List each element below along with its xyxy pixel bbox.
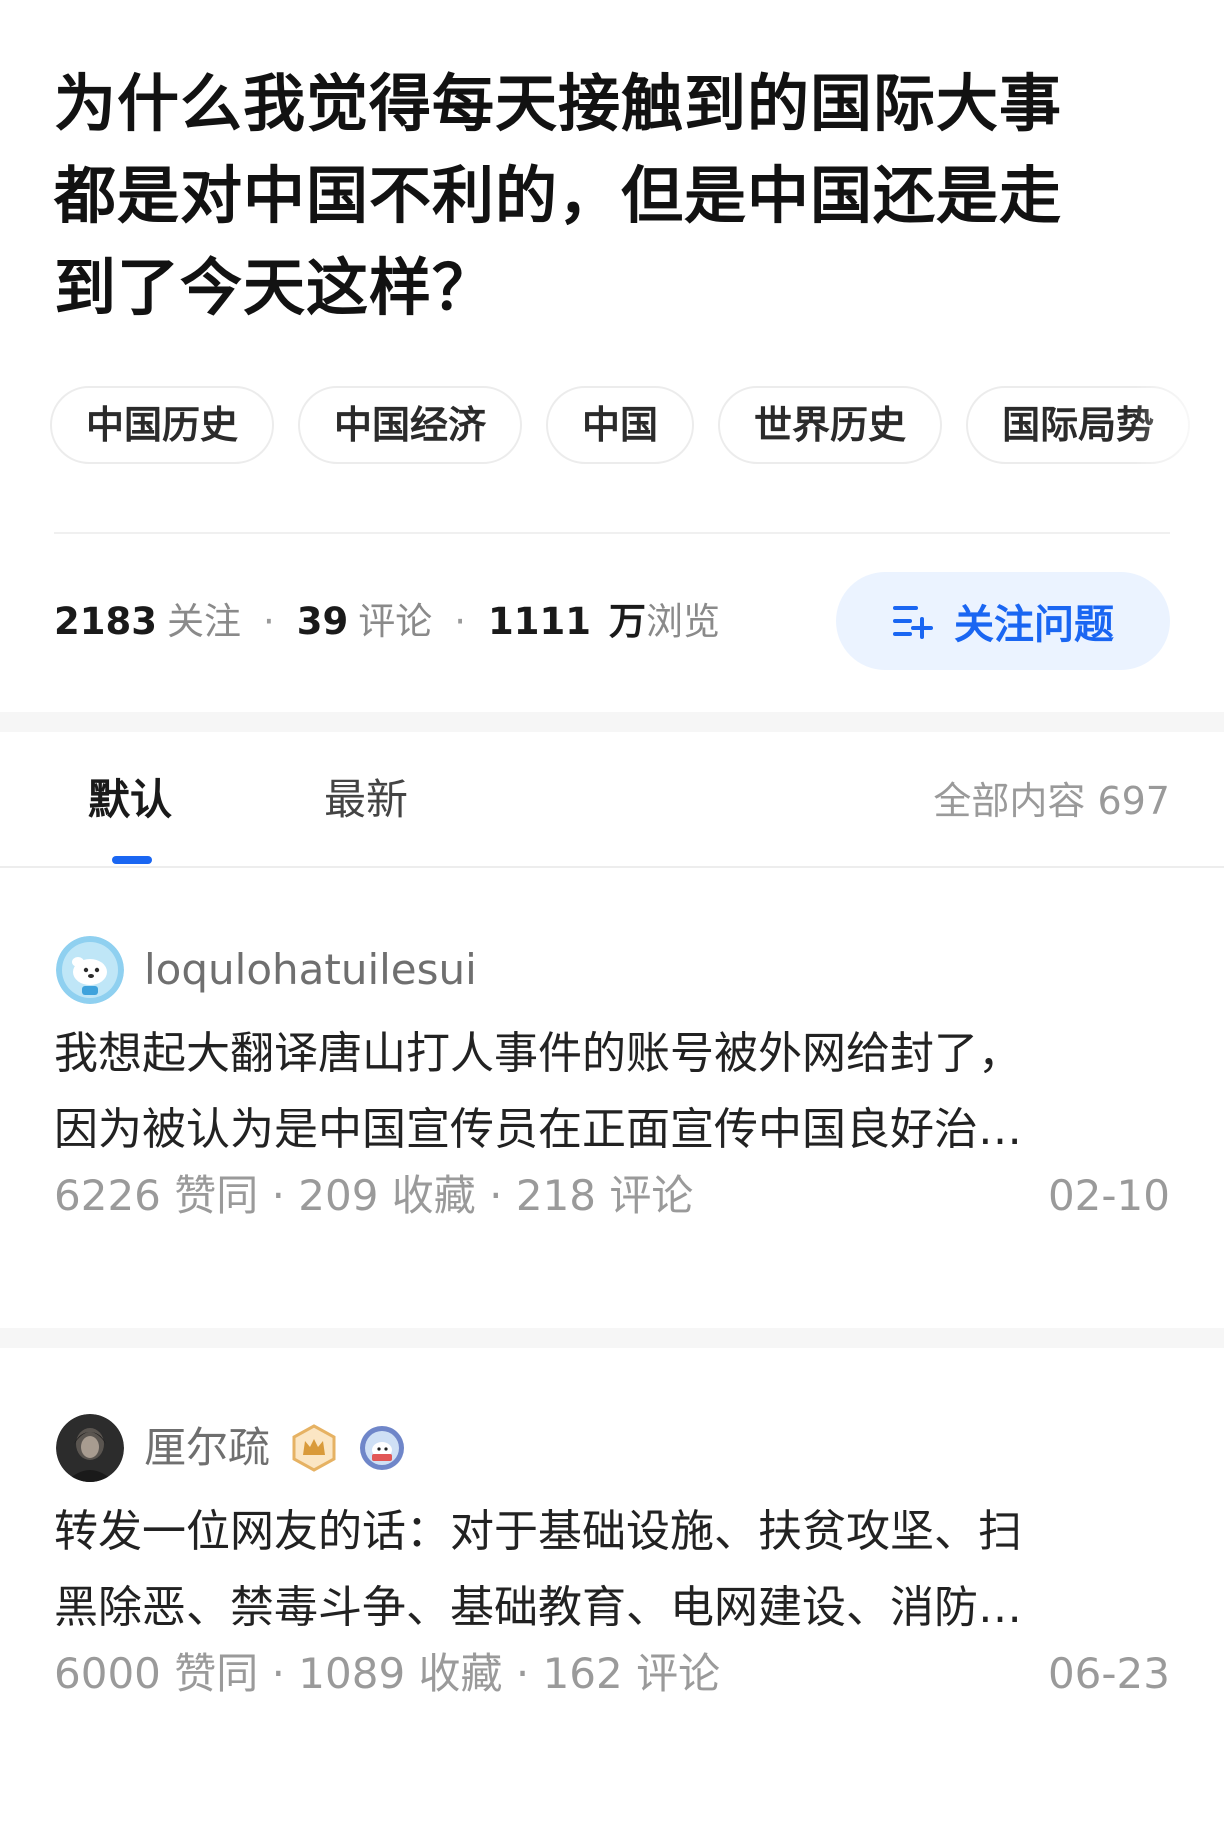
author-row[interactable]: 厘尔疏 — [56, 1414, 406, 1482]
answer-meta: 6000 赞同 · 1089 收藏 · 162 评论 06-23 — [54, 1644, 1170, 1704]
topic-chip[interactable]: 世界历史 — [718, 386, 943, 464]
question-title-line: 到了今天这样？ — [54, 251, 496, 324]
answer-tabs: 默认 最新 全部内容 697 — [0, 732, 1224, 868]
question-header: 为什么我觉得每天接触到的国际大事 都是对中国不利的，但是中国还是走 到了今天这样… — [0, 0, 1224, 712]
answer-stats: 6226 赞同 · 209 收藏 · 218 评论 — [54, 1171, 694, 1220]
question-stats: 2183 关注 · 39 评论 · 1111 万浏览 — [54, 594, 720, 650]
views-label: 浏览 — [646, 600, 720, 643]
views-unit: 万 — [609, 600, 646, 643]
tab-latest[interactable]: 最新 — [324, 772, 408, 828]
answer-excerpt[interactable]: 我想起大翻译唐山打人事件的账号被外网给封了， 因为被认为是中国宣传员在正面宣传中… — [54, 1016, 1174, 1168]
stats-separator: · — [262, 600, 275, 643]
tab-default[interactable]: 默认 — [88, 772, 172, 828]
author-name[interactable]: 厘尔疏 — [144, 1414, 270, 1482]
follow-list-plus-icon — [893, 606, 933, 639]
excerpt-line: 我想起大翻译唐山打人事件的账号被外网给封了， — [54, 1028, 1022, 1079]
comments-label[interactable]: 评论 — [358, 600, 432, 643]
author-row[interactable]: loqulohatuilesui — [56, 936, 477, 1004]
divider — [54, 532, 1170, 534]
total-content-count: 全部内容 697 — [933, 779, 1170, 823]
answer-meta: 6226 赞同 · 209 收藏 · 218 评论 02-10 — [54, 1166, 1170, 1226]
stats-separator: · — [454, 600, 467, 643]
avatar[interactable] — [56, 1414, 124, 1482]
dog-mascot-avatar-icon — [56, 936, 124, 1004]
follow-question-button[interactable]: 关注问题 — [836, 572, 1170, 670]
topic-chip[interactable]: 中国 — [546, 386, 695, 464]
crown-badge-icon — [292, 1424, 336, 1472]
answer-card[interactable]: 厘尔疏 转发一位网友的话：对于基础设施、扶贫攻坚、扫 黑除恶、禁毒斗争、基础教育… — [0, 1348, 1224, 1831]
excerpt-line: 转发一位网友的话：对于基础设施、扶贫攻坚、扫 — [54, 1506, 1022, 1557]
answer-date: 06-23 — [1047, 1649, 1170, 1698]
topic-list: 中国历史 中国经济 中国 世界历史 国际局势 — [50, 386, 1224, 466]
topic-chip[interactable]: 中国经济 — [298, 386, 523, 464]
question-title-line: 都是对中国不利的，但是中国还是走 — [54, 159, 1063, 232]
answer-card[interactable]: loqulohatuilesui 我想起大翻译唐山打人事件的账号被外网给封了， … — [0, 870, 1224, 1328]
avatar[interactable] — [56, 936, 124, 1004]
answer-stats: 6000 赞同 · 1089 收藏 · 162 评论 — [54, 1649, 721, 1698]
section-separator — [0, 1328, 1224, 1348]
views-count: 1111 — [488, 600, 591, 643]
followers-label: 关注 — [166, 600, 241, 643]
question-title-line: 为什么我觉得每天接触到的国际大事 — [54, 67, 1063, 140]
question-title: 为什么我觉得每天接触到的国际大事 都是对中国不利的，但是中国还是走 到了今天这样… — [54, 58, 1134, 334]
excerpt-line: 因为被认为是中国宣传员在正面宣传中国良好治… — [54, 1104, 1022, 1155]
answer-excerpt[interactable]: 转发一位网友的话：对于基础设施、扶贫攻坚、扫 黑除恶、禁毒斗争、基础教育、电网建… — [54, 1494, 1174, 1646]
follow-question-label: 关注问题 — [954, 602, 1114, 648]
excerpt-line: 黑除恶、禁毒斗争、基础教育、电网建设、消防… — [54, 1582, 1022, 1633]
portrait-avatar-icon — [56, 1414, 124, 1482]
topic-chip[interactable]: 中国历史 — [50, 386, 275, 464]
answer-date: 02-10 — [1047, 1171, 1170, 1220]
active-tab-indicator — [112, 856, 152, 864]
topics-fade-overlay — [1134, 386, 1224, 466]
section-separator — [0, 712, 1224, 732]
comments-count: 39 — [296, 600, 349, 643]
mascot-badge-icon — [360, 1426, 405, 1470]
author-name[interactable]: loqulohatuilesui — [144, 936, 477, 1004]
followers-count: 2183 — [54, 600, 157, 643]
